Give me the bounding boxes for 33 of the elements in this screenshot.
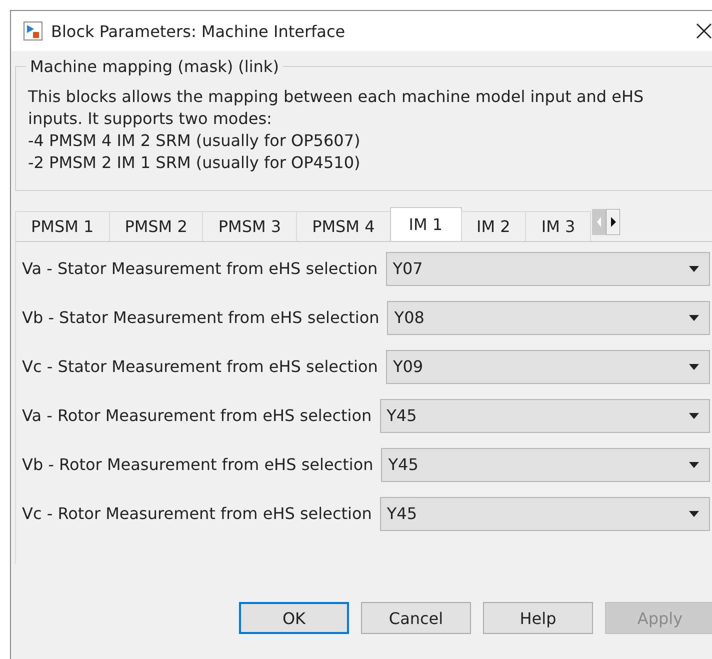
tab[interactable]: IM 2 bbox=[460, 211, 526, 241]
tab[interactable]: IM 1 bbox=[390, 207, 462, 241]
dialog-button[interactable]: Help bbox=[483, 602, 593, 634]
dialog-button[interactable]: Cancel bbox=[361, 602, 471, 634]
dropdown[interactable]: Y45 bbox=[380, 398, 710, 432]
description-text: -4 PMSM 4 IM 2 SRM (usually for OP5607) bbox=[28, 130, 362, 152]
tab[interactable]: PMSM 1 bbox=[15, 211, 110, 241]
parameter-label: Vb - Rotor Measurement from eHS selection bbox=[22, 455, 374, 474]
dropdown-arrow-icon bbox=[689, 412, 699, 418]
close-icon[interactable] bbox=[696, 23, 712, 39]
dropdown[interactable]: Y45 bbox=[381, 448, 710, 482]
dropdown[interactable]: Y08 bbox=[387, 300, 710, 334]
dropdown[interactable]: Y45 bbox=[380, 496, 710, 530]
tab[interactable]: IM 3 bbox=[525, 211, 592, 241]
dropdown[interactable]: Y07 bbox=[386, 252, 710, 286]
description-text: This blocks allows the mapping between each machine model input and eHS inputs. It supports two modes: bbox=[28, 86, 645, 130]
group-title: Machine mapping (mask) (link) bbox=[29, 57, 280, 76]
scroll-right-icon[interactable] bbox=[606, 209, 620, 235]
window-title: Block Parameters: Machine Interface bbox=[51, 22, 346, 40]
parameter-label: Va - Stator Measurement from eHS selection bbox=[22, 259, 378, 278]
dropdown-arrow-icon bbox=[689, 510, 699, 516]
parameter-label: Vc - Rotor Measurement from eHS selection bbox=[22, 504, 372, 523]
dropdown-arrow-icon bbox=[689, 462, 699, 468]
parameter-label: Vc - Stator Measurement from eHS selection bbox=[22, 357, 378, 376]
dropdown-arrow-icon bbox=[689, 266, 699, 272]
dropdown[interactable]: Y09 bbox=[386, 350, 710, 384]
parameter-label: Vb - Stator Measurement from eHS selection bbox=[22, 308, 380, 327]
dropdown-arrow-icon bbox=[689, 314, 699, 320]
description-text: -2 PMSM 2 IM 1 SRM (usually for OP4510) bbox=[28, 152, 362, 174]
dialog-button[interactable]: OK bbox=[239, 602, 349, 634]
dropdown-arrow-icon bbox=[689, 364, 699, 370]
block-icon bbox=[23, 21, 43, 41]
parameter-label: Va - Rotor Measurement from eHS selection bbox=[22, 406, 372, 425]
